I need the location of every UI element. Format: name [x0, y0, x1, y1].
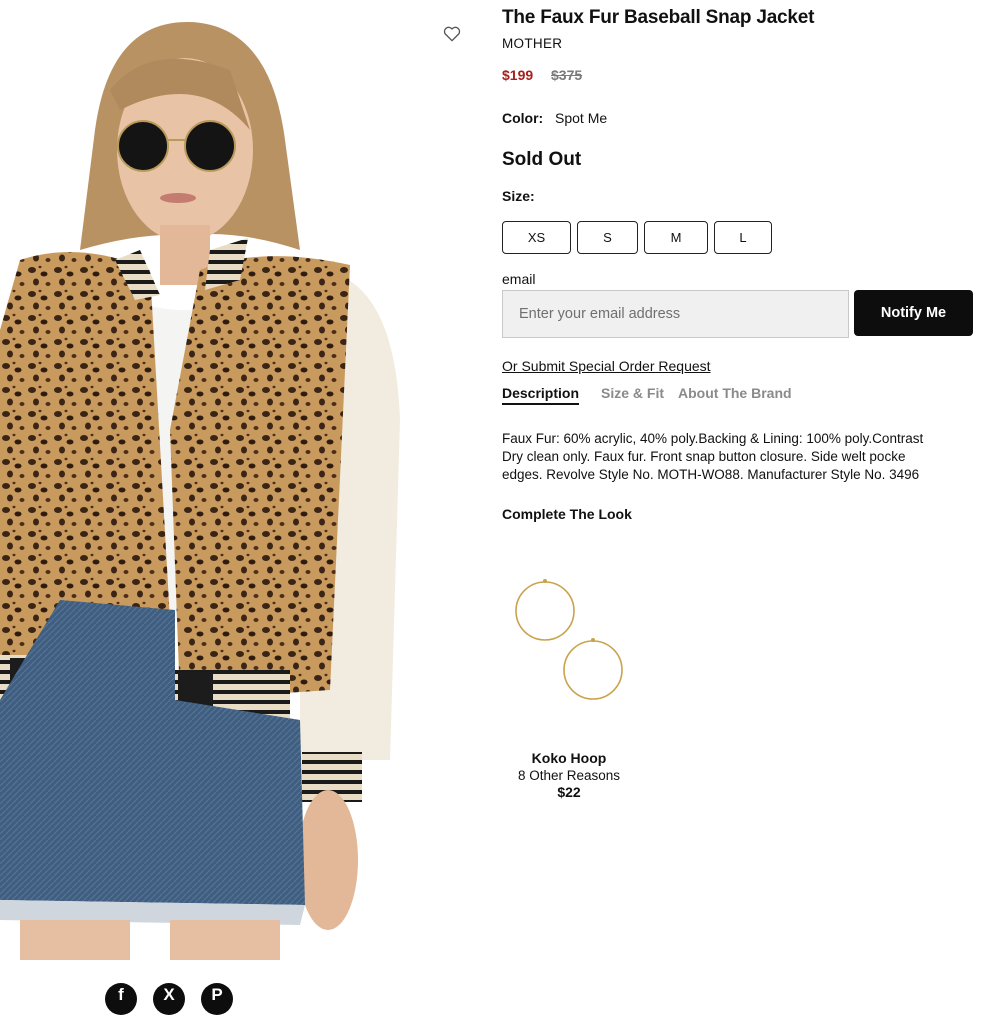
- email-input[interactable]: [502, 290, 849, 338]
- product-image[interactable]: [0, 0, 432, 960]
- look-item-brand: 8 Other Reasons: [517, 768, 621, 783]
- look-item-name[interactable]: Koko Hoop: [508, 750, 630, 766]
- look-item-price: $22: [557, 784, 581, 800]
- x-twitter-icon[interactable]: X: [153, 983, 185, 1015]
- availability-status: Sold Out: [502, 149, 582, 170]
- size-label: Size:: [502, 188, 535, 204]
- size-option-s[interactable]: S: [577, 221, 638, 254]
- product-description: Faux Fur: 60% acrylic, 40% poly.Backing …: [502, 430, 1000, 484]
- sale-price: $199: [502, 67, 534, 83]
- tab-size-fit[interactable]: Size & Fit: [601, 385, 664, 401]
- pinterest-glyph: P: [211, 985, 223, 1004]
- color-label: Color:: [502, 110, 544, 126]
- heart-icon[interactable]: [442, 24, 462, 44]
- notify-me-button[interactable]: Notify Me: [854, 290, 973, 336]
- hoop-earrings-image[interactable]: [508, 575, 633, 705]
- facebook-glyph: f: [118, 985, 124, 1004]
- pinterest-icon[interactable]: P: [201, 983, 233, 1015]
- x-glyph: X: [163, 985, 175, 1004]
- original-price: $375: [551, 67, 583, 83]
- complete-the-look-heading: Complete The Look: [502, 506, 632, 522]
- email-label: email: [502, 271, 536, 287]
- size-option-xs[interactable]: XS: [502, 221, 571, 254]
- product-title: The Faux Fur Baseball Snap Jacket: [502, 7, 815, 28]
- description-line: edges. Revolve Style No. MOTH-WO88. Manu…: [502, 467, 920, 482]
- product-photo-illustration: [0, 0, 432, 960]
- facebook-icon[interactable]: f: [105, 983, 137, 1015]
- color-value: Spot Me: [555, 110, 608, 126]
- product-brand[interactable]: MOTHER: [502, 36, 562, 51]
- tab-description[interactable]: Description: [502, 385, 580, 405]
- special-order-link[interactable]: Or Submit Special Order Request: [502, 358, 711, 374]
- description-line: Dry clean only. Faux fur. Front snap but…: [502, 449, 906, 464]
- size-option-m[interactable]: M: [644, 221, 708, 254]
- tab-about-brand[interactable]: About The Brand: [678, 385, 792, 401]
- description-line: Faux Fur: 60% acrylic, 40% poly.Backing …: [502, 431, 924, 446]
- size-option-l[interactable]: L: [714, 221, 772, 254]
